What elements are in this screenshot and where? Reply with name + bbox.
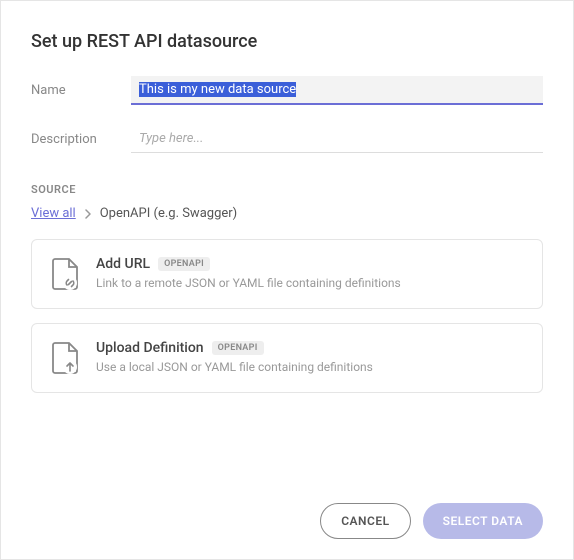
- name-input[interactable]: [131, 76, 543, 105]
- description-row: Description: [31, 125, 543, 153]
- file-link-icon: [50, 256, 80, 292]
- file-upload-icon: [50, 340, 80, 376]
- option-tag: OPENAPI: [212, 341, 264, 355]
- breadcrumb-current: OpenAPI (e.g. Swagger): [100, 206, 237, 221]
- option-title: Upload Definition: [96, 340, 204, 356]
- option-tag: OPENAPI: [158, 257, 210, 271]
- option-description: Link to a remote JSON or YAML file conta…: [96, 276, 524, 290]
- description-input[interactable]: [131, 125, 543, 153]
- chevron-right-icon: [84, 209, 92, 219]
- option-add-url[interactable]: Add URL OPENAPI Link to a remote JSON or…: [31, 239, 543, 309]
- dialog-footer: CANCEL SELECT DATA: [320, 503, 543, 539]
- name-label: Name: [31, 83, 131, 98]
- description-label: Description: [31, 132, 131, 147]
- option-title: Add URL: [96, 256, 150, 272]
- option-description: Use a local JSON or YAML file containing…: [96, 360, 524, 374]
- breadcrumb-view-all[interactable]: View all: [31, 206, 76, 221]
- name-row: Name: [31, 76, 543, 105]
- cancel-button[interactable]: CANCEL: [320, 503, 410, 539]
- breadcrumb: View all OpenAPI (e.g. Swagger): [31, 206, 543, 221]
- dialog-title: Set up REST API datasource: [31, 31, 543, 52]
- select-data-button[interactable]: SELECT DATA: [423, 503, 543, 539]
- source-section-label: SOURCE: [31, 183, 543, 196]
- option-upload-definition[interactable]: Upload Definition OPENAPI Use a local JS…: [31, 323, 543, 393]
